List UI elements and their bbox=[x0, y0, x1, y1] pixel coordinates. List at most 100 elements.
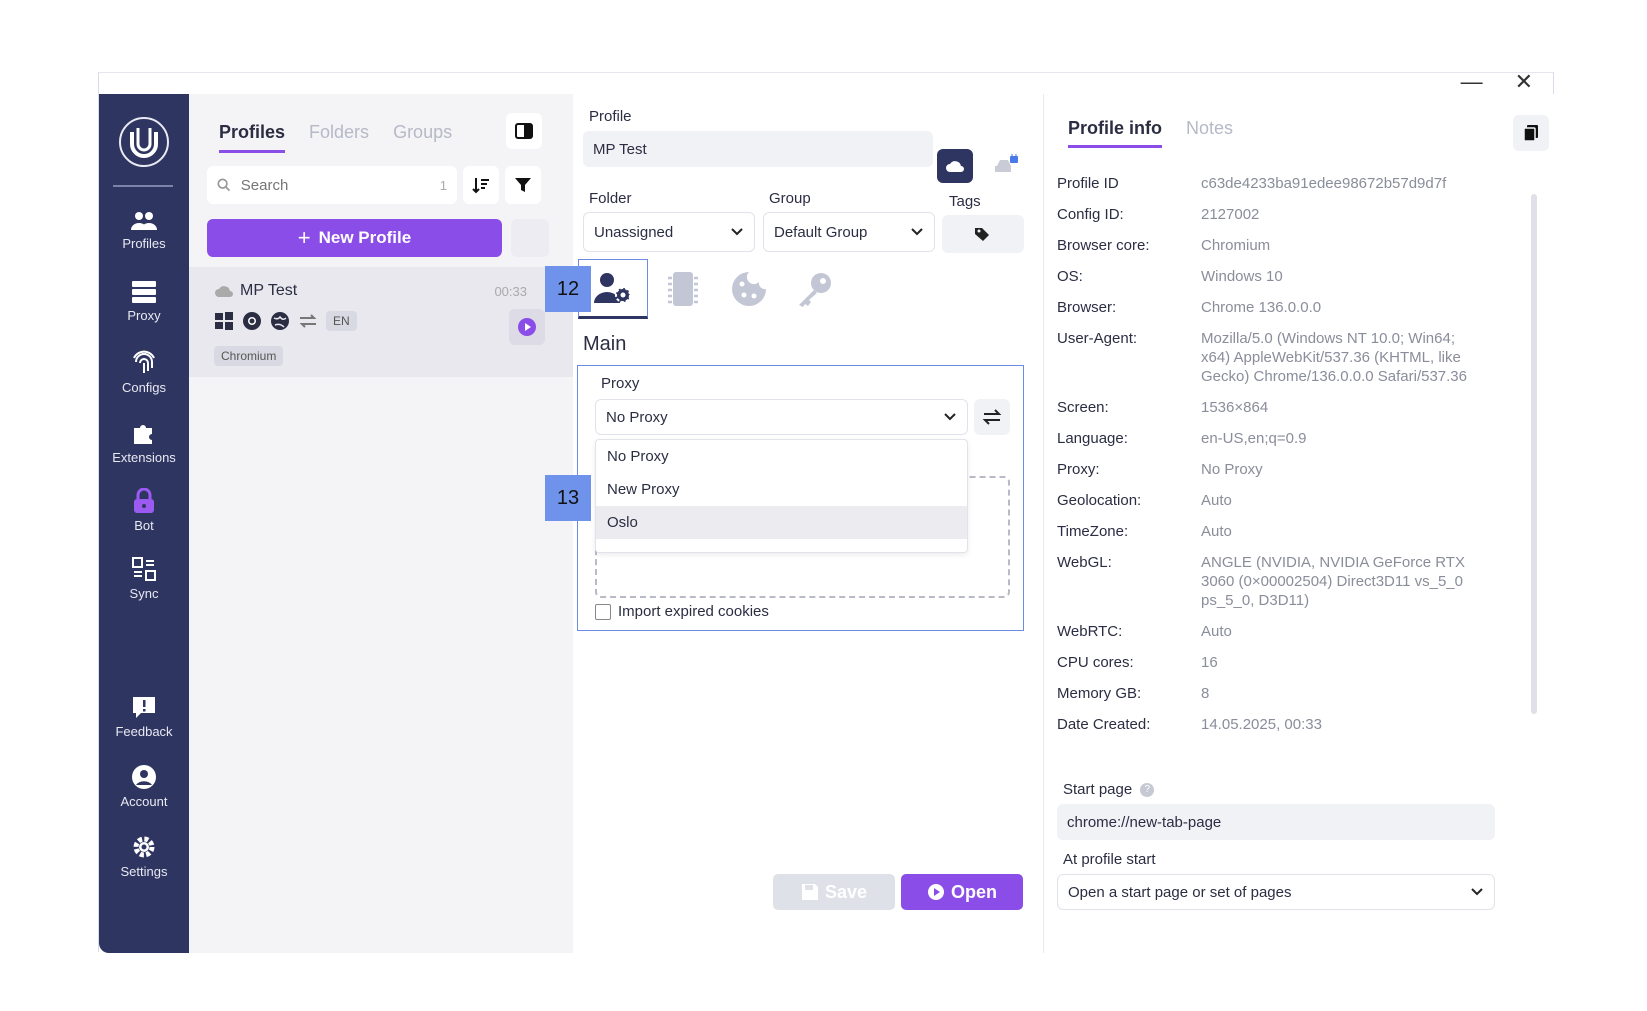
sidebar-item-sync[interactable]: Sync bbox=[99, 556, 189, 601]
sidebar-item-configs[interactable]: Configs bbox=[99, 350, 189, 395]
profile-info-panel: Profile info Notes Profile ID c63de4233ba… bbox=[1043, 94, 1555, 953]
proxy-option[interactable]: No Proxy bbox=[596, 440, 967, 473]
sidebar-item-label: Profiles bbox=[122, 236, 166, 251]
at-profile-start-select[interactable]: Open a start page or set of pages bbox=[1057, 874, 1495, 910]
minimize-button[interactable]: — bbox=[1461, 69, 1483, 95]
info-value: 16 bbox=[1201, 654, 1218, 671]
new-profile-button[interactable]: + New Profile bbox=[207, 219, 502, 257]
window-controls: — ✕ bbox=[1461, 69, 1533, 95]
tags-icon bbox=[975, 228, 989, 241]
tab-profiles[interactable]: Profiles bbox=[219, 122, 286, 153]
import-expired-checkbox[interactable] bbox=[595, 603, 611, 620]
chevron-down-icon bbox=[944, 413, 956, 421]
filter-button[interactable] bbox=[505, 166, 541, 204]
import-expired-row[interactable]: Import expired cookies bbox=[595, 603, 769, 620]
toggle-panel-button[interactable] bbox=[506, 113, 542, 149]
start-page-input[interactable]: chrome://new-tab-page bbox=[1057, 804, 1495, 840]
search-input[interactable] bbox=[240, 176, 440, 194]
info-value: Chrome 136.0.0.0 bbox=[1201, 299, 1322, 316]
info-value: 1536×864 bbox=[1201, 399, 1269, 416]
info-row: WebRTC: Auto bbox=[1057, 622, 1487, 641]
tab-cookies[interactable] bbox=[714, 259, 784, 319]
chip-icon bbox=[668, 272, 698, 306]
search-box: 1 bbox=[207, 166, 457, 204]
info-scrollbar[interactable] bbox=[1531, 194, 1537, 714]
sidebar-item-feedback[interactable]: Feedback bbox=[99, 694, 189, 739]
sidebar-item-bot[interactable]: Bot bbox=[99, 488, 189, 533]
save-button[interactable]: Save bbox=[773, 874, 895, 910]
tab-hardware[interactable] bbox=[648, 259, 718, 319]
group-label: Group bbox=[769, 190, 811, 207]
sidebar-item-account[interactable]: Account bbox=[99, 764, 189, 809]
sidebar-item-label: Account bbox=[120, 794, 168, 809]
proxy-option[interactable]: New Proxy bbox=[596, 473, 967, 506]
profile-name-field[interactable]: MP Test bbox=[583, 131, 933, 167]
start-profile-button[interactable] bbox=[509, 309, 545, 345]
proxy-label: Proxy bbox=[601, 375, 640, 392]
profile-badges: EN bbox=[214, 311, 357, 331]
sidebar-item-label: Feedback bbox=[115, 724, 173, 739]
close-button[interactable]: ✕ bbox=[1515, 69, 1533, 95]
copy-icon bbox=[1523, 125, 1538, 142]
info-key: Browser core: bbox=[1057, 237, 1150, 254]
proxy-select[interactable]: No Proxy bbox=[595, 399, 968, 435]
tab-profile-info[interactable]: Profile info bbox=[1068, 118, 1162, 148]
info-row: Screen: 1536×864 bbox=[1057, 398, 1487, 417]
sidebar-item-extensions[interactable]: Extensions bbox=[99, 420, 189, 465]
proxy-option[interactable]: Oslo bbox=[596, 506, 967, 539]
profiles-tabs: Profiles Folders Groups bbox=[219, 122, 452, 153]
info-row: Geolocation: Auto bbox=[1057, 491, 1487, 510]
info-key: Proxy: bbox=[1057, 461, 1100, 478]
info-tabs: Profile info Notes bbox=[1068, 118, 1233, 148]
info-value: en-US,en;q=0.9 bbox=[1201, 430, 1307, 447]
tab-passwords[interactable] bbox=[780, 259, 850, 319]
sort-button[interactable] bbox=[463, 166, 499, 204]
chevron-down-icon bbox=[731, 228, 743, 236]
profile-card[interactable]: MP Test 00:33 EN Chromium bbox=[189, 267, 573, 377]
plus-icon: + bbox=[297, 225, 311, 250]
info-row: Browser: Chrome 136.0.0.0 bbox=[1057, 298, 1487, 317]
group-value: Default Group bbox=[774, 223, 868, 241]
cloud-icon bbox=[215, 286, 233, 297]
group-select[interactable]: Default Group bbox=[763, 212, 935, 252]
users-icon bbox=[131, 212, 157, 230]
secondary-action-button[interactable] bbox=[511, 219, 549, 257]
help-icon[interactable]: ? bbox=[1140, 782, 1155, 797]
info-value: Chromium bbox=[1201, 237, 1271, 254]
swap-icon bbox=[982, 409, 1002, 425]
info-row: User-Agent: Mozilla/5.0 (Windows NT 10.0;… bbox=[1057, 329, 1487, 386]
cloud-sync-button[interactable] bbox=[937, 149, 973, 183]
sidebar-item-label: Bot bbox=[134, 518, 154, 533]
copy-info-button[interactable] bbox=[1513, 115, 1549, 151]
app-logo-icon bbox=[119, 117, 169, 167]
open-label: Open bbox=[950, 881, 997, 902]
tab-notes[interactable]: Notes bbox=[1186, 118, 1233, 148]
chevron-down-icon bbox=[1471, 888, 1483, 896]
cookie-icon bbox=[732, 272, 766, 306]
info-key: WebGL: bbox=[1057, 554, 1112, 571]
play-icon bbox=[518, 318, 536, 336]
account-icon bbox=[132, 765, 156, 789]
profile-label: Profile bbox=[589, 108, 632, 125]
local-storage-lock-icon[interactable] bbox=[993, 154, 1019, 174]
sync-icon bbox=[132, 557, 156, 581]
sidebar-item-profiles[interactable]: Profiles bbox=[99, 210, 189, 251]
folder-select[interactable]: Unassigned bbox=[583, 212, 755, 252]
info-value: Auto bbox=[1201, 623, 1232, 640]
tab-folders[interactable]: Folders bbox=[309, 122, 369, 153]
profile-name-row: MP Test bbox=[214, 282, 297, 300]
search-count: 1 bbox=[439, 177, 447, 193]
swap-proxy-button[interactable] bbox=[974, 399, 1010, 435]
open-button[interactable]: Open bbox=[901, 874, 1023, 910]
info-value: 14.05.2025, 00:33 bbox=[1201, 716, 1322, 733]
callout-12: 12 bbox=[545, 266, 591, 312]
info-row: Config ID: 2127002 bbox=[1057, 205, 1487, 224]
at-profile-start-value: Open a start page or set of pages bbox=[1068, 883, 1292, 901]
tags-button[interactable] bbox=[942, 215, 1024, 253]
sidebar-item-label: Settings bbox=[120, 864, 168, 879]
sidebar-divider bbox=[113, 185, 173, 187]
language-badge: EN bbox=[326, 311, 357, 331]
sidebar-item-proxy[interactable]: Proxy bbox=[99, 280, 189, 323]
tab-groups[interactable]: Groups bbox=[393, 122, 452, 153]
sidebar-item-settings[interactable]: Settings bbox=[99, 834, 189, 879]
